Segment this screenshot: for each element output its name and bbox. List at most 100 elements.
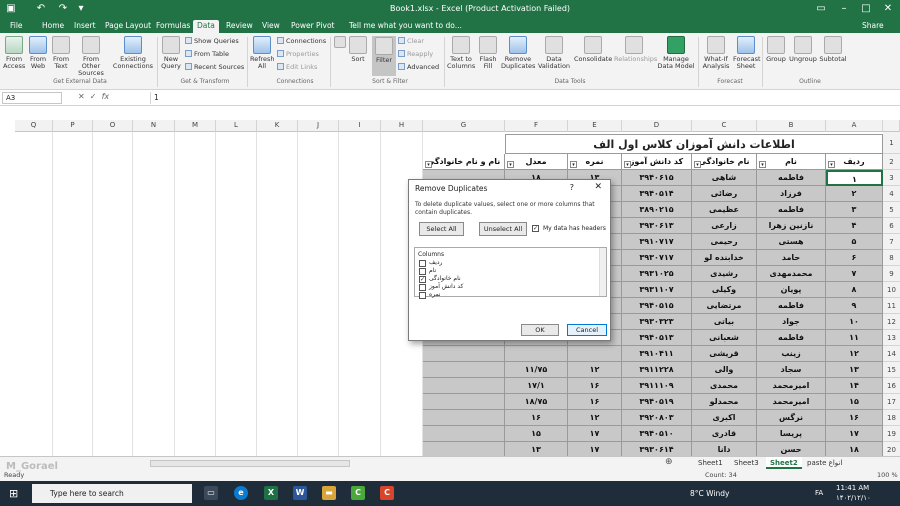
table-cell[interactable]: [423, 394, 505, 410]
row-header[interactable]: 11: [883, 298, 900, 314]
table-cell[interactable]: امیرمحمد: [757, 378, 826, 394]
filter-dropdown-icon[interactable]: ▾: [759, 161, 766, 168]
table-cell[interactable]: ۱۵: [505, 426, 568, 442]
table-cell[interactable]: [423, 442, 505, 456]
table-cell[interactable]: ۵: [826, 234, 883, 250]
row-header[interactable]: 15: [883, 362, 900, 378]
recent-sources-button[interactable]: Recent Sources: [185, 63, 244, 72]
column-header[interactable]: O: [93, 120, 133, 132]
tell-me-search[interactable]: Tell me what you want to do...: [345, 20, 466, 33]
recorder-icon[interactable]: C: [380, 486, 394, 500]
row-header[interactable]: 6: [883, 218, 900, 234]
row-header[interactable]: 1: [883, 132, 900, 154]
column-checkbox[interactable]: [419, 284, 426, 291]
table-cell[interactable]: فرزاد: [757, 186, 826, 202]
existing-connections-button[interactable]: Existing Connections: [112, 36, 154, 70]
table-cell[interactable]: زینب: [757, 346, 826, 362]
table-header-cell[interactable]: نام و نام خانوادگی: [423, 154, 505, 170]
table-cell[interactable]: ۳۸۹۰۲۱۵: [622, 202, 692, 218]
language-indicator[interactable]: FA: [815, 489, 823, 497]
table-cell[interactable]: ۳۹۴۰۶۱۵: [622, 170, 692, 186]
select-all-corner[interactable]: [883, 120, 900, 132]
table-cell[interactable]: ۳۹۴۰۵۱۹: [622, 394, 692, 410]
table-cell[interactable]: ۱۱/۷۵: [505, 362, 568, 378]
column-checkbox[interactable]: [419, 292, 426, 299]
column-header[interactable]: H: [381, 120, 423, 132]
redo-icon[interactable]: ↷: [57, 3, 69, 15]
table-cell[interactable]: [568, 346, 622, 362]
column-header[interactable]: C: [692, 120, 757, 132]
from-table-button[interactable]: From Table: [185, 50, 229, 59]
filter-dropdown-icon[interactable]: ▾: [694, 161, 701, 168]
relationships-button[interactable]: Relationships: [614, 36, 657, 63]
zoom-level[interactable]: 100 %: [877, 471, 898, 479]
table-cell[interactable]: سجاد: [757, 362, 826, 378]
column-header[interactable]: Q: [15, 120, 53, 132]
connections-button[interactable]: Connections: [277, 37, 326, 46]
row-header[interactable]: 8: [883, 250, 900, 266]
column-header[interactable]: P: [53, 120, 93, 132]
what-if-analysis-button[interactable]: What-If Analysis: [701, 36, 731, 70]
sort-az-button[interactable]: [333, 36, 347, 50]
sheet-tab-active[interactable]: Sheet2: [766, 457, 802, 469]
table-cell[interactable]: رضائی: [692, 186, 757, 202]
table-cell[interactable]: ۳۹۳۰۳۲۳: [622, 314, 692, 330]
sort-button[interactable]: Sort: [348, 36, 368, 63]
table-cell[interactable]: حسن: [757, 442, 826, 456]
table-cell[interactable]: ۱۶: [568, 394, 622, 410]
filter-dropdown-icon[interactable]: ▾: [570, 161, 577, 168]
column-header[interactable]: G: [423, 120, 505, 132]
table-cell[interactable]: قریشی: [692, 346, 757, 362]
column-checkbox[interactable]: ✓: [419, 276, 426, 283]
table-cell[interactable]: ۱۲: [568, 362, 622, 378]
ribbon-options-icon[interactable]: ▭: [815, 3, 827, 15]
table-cell[interactable]: رشیدی: [692, 266, 757, 282]
table-cell[interactable]: [505, 346, 568, 362]
table-header-cell[interactable]: نام خانوادگی: [692, 154, 757, 170]
row-header[interactable]: 14: [883, 346, 900, 362]
row-header[interactable]: 16: [883, 378, 900, 394]
table-cell[interactable]: ۱۷: [826, 426, 883, 442]
close-icon[interactable]: ✕: [882, 3, 894, 15]
maximize-icon[interactable]: □: [860, 3, 872, 15]
table-cell[interactable]: فاطمه: [757, 170, 826, 186]
column-header[interactable]: K: [257, 120, 298, 132]
column-header[interactable]: L: [216, 120, 257, 132]
table-cell[interactable]: عظیمی: [692, 202, 757, 218]
row-header[interactable]: 13: [883, 330, 900, 346]
table-cell[interactable]: اکبری: [692, 410, 757, 426]
new-sheet-icon[interactable]: ⊕: [665, 457, 673, 467]
table-cell[interactable]: ۱۷/۱: [505, 378, 568, 394]
weather[interactable]: 8°C Windy: [690, 489, 729, 498]
column-checkbox[interactable]: [419, 260, 426, 267]
ungroup-button[interactable]: Ungroup: [789, 36, 817, 63]
column-header[interactable]: N: [133, 120, 175, 132]
table-cell[interactable]: ۳۹۱۱۱۰۹: [622, 378, 692, 394]
taskbar-search[interactable]: Type here to search: [32, 484, 192, 503]
from-web-button[interactable]: From Web: [27, 36, 49, 70]
filter-dropdown-icon[interactable]: ▾: [624, 161, 631, 168]
clear-filter-button[interactable]: Clear: [398, 37, 424, 46]
my-data-headers-checkbox[interactable]: ✓: [532, 225, 539, 232]
table-cell[interactable]: ۱۸/۷۵: [505, 394, 568, 410]
table-cell[interactable]: ۶: [826, 250, 883, 266]
table-cell[interactable]: ۹: [826, 298, 883, 314]
advanced-filter-button[interactable]: Advanced: [398, 63, 439, 72]
unselect-all-button[interactable]: Unselect All: [479, 222, 527, 236]
table-cell[interactable]: خدابنده لو: [692, 250, 757, 266]
table-cell[interactable]: فاطمه: [757, 202, 826, 218]
camtasia-icon[interactable]: C: [351, 486, 365, 500]
table-cell[interactable]: ۳۹۳۰۷۱۷: [622, 250, 692, 266]
tab-data[interactable]: Data: [193, 20, 219, 33]
table-cell[interactable]: ۳۹۳۰۶۱۳: [622, 218, 692, 234]
edit-links-button[interactable]: Edit Links: [277, 63, 317, 72]
table-cell[interactable]: پویان: [757, 282, 826, 298]
table-cell[interactable]: ۱۵: [826, 394, 883, 410]
table-cell[interactable]: ۳۹۱۱۲۲۸: [622, 362, 692, 378]
tab-formulas[interactable]: Formulas: [152, 20, 194, 33]
table-header-cell[interactable]: معدل: [505, 154, 568, 170]
row-header[interactable]: 3: [883, 170, 900, 186]
table-cell[interactable]: ۳۹۳۱۱۰۷: [622, 282, 692, 298]
excel-icon[interactable]: X: [264, 486, 278, 500]
table-cell[interactable]: محمدلو: [692, 394, 757, 410]
